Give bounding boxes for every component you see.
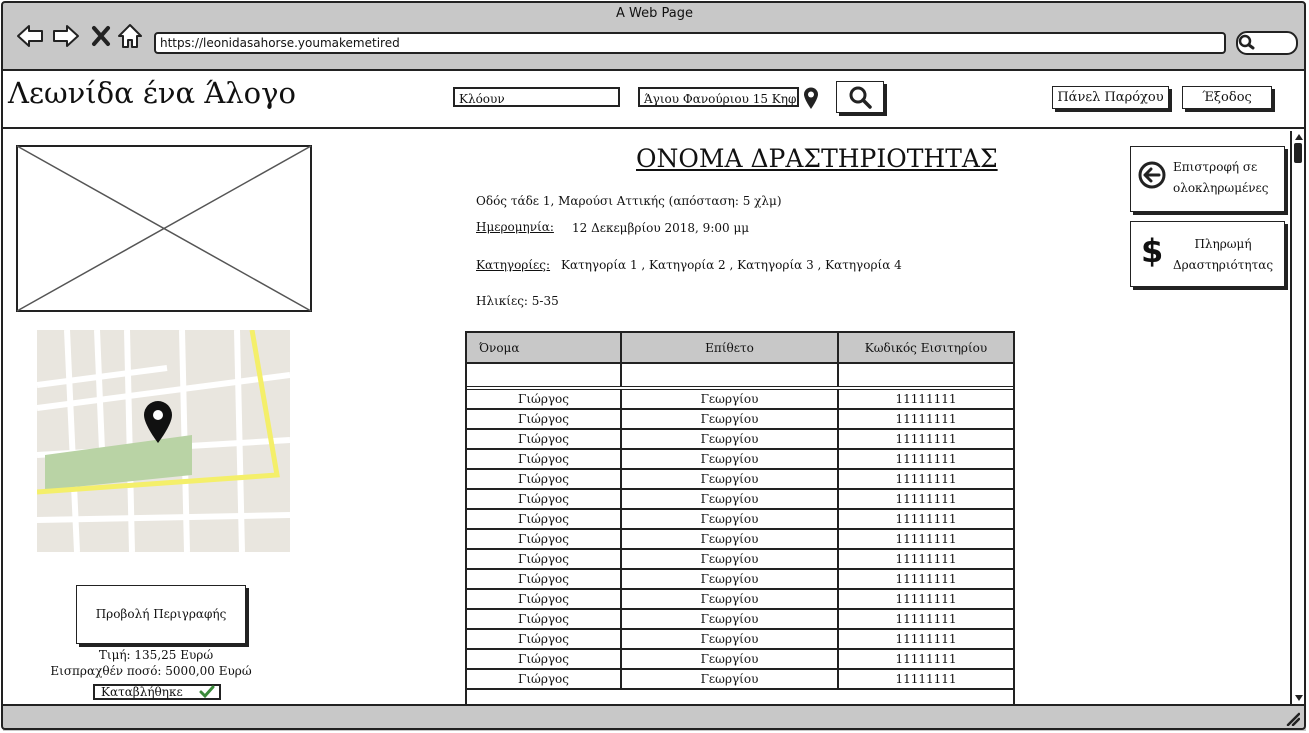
browser-window-frame [1, 1, 1306, 730]
